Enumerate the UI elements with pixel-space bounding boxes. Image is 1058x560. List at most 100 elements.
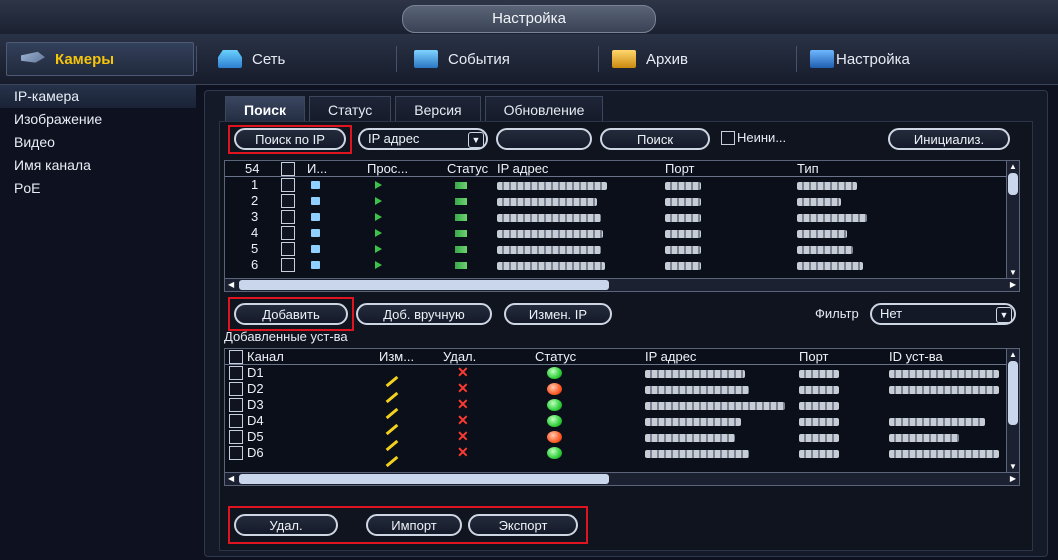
scroll-thumb[interactable] [239, 474, 609, 484]
network-icon [218, 50, 242, 68]
horizontal-scrollbar[interactable]: ◀ ▶ [225, 278, 1019, 291]
table-row[interactable]: 4 [225, 225, 1007, 240]
row-checkbox[interactable] [281, 210, 295, 224]
row-checkbox[interactable] [229, 446, 243, 460]
table-row[interactable]: 6 [225, 257, 1007, 272]
menu-archive-label: Архив [646, 50, 689, 68]
row-checkbox[interactable] [229, 366, 243, 380]
scroll-down-icon[interactable]: ▼ [1009, 268, 1017, 278]
ip-cell [645, 365, 745, 380]
row-checkbox[interactable] [229, 398, 243, 412]
search-type-select[interactable]: IP адрес ▼ [358, 128, 488, 150]
row-checkbox[interactable] [281, 226, 295, 240]
play-icon[interactable] [375, 209, 382, 224]
menu-settings-label: Настройка [836, 50, 910, 68]
menu-network[interactable]: Сеть [204, 44, 285, 74]
scroll-right-icon[interactable]: ▶ [1010, 280, 1016, 290]
sidebar-item-video[interactable]: Видео [0, 131, 196, 154]
scroll-down-icon[interactable]: ▼ [1009, 462, 1017, 472]
table-row[interactable]: 5 [225, 241, 1007, 256]
delete-icon[interactable]: ✕ [457, 381, 469, 396]
table-row[interactable]: D4 ✕ [225, 413, 1007, 436]
delete-icon[interactable]: ✕ [457, 365, 469, 380]
table-row[interactable]: D2 ✕ [225, 381, 1007, 404]
import-button[interactable]: Импорт [366, 514, 462, 536]
menu-events[interactable]: События [400, 44, 510, 74]
vertical-scrollbar[interactable]: ▲ ▼ [1006, 349, 1019, 473]
row-checkbox[interactable] [281, 194, 295, 208]
monitor-icon [311, 241, 320, 256]
table-row[interactable]: D1 ✕ [225, 365, 1007, 388]
col-ip: IP адрес [645, 349, 697, 364]
table-row[interactable]: D6 ✕ [225, 445, 1007, 468]
change-ip-button[interactable]: Измен. IP [504, 303, 612, 325]
tab-status[interactable]: Статус [309, 96, 392, 123]
search-button[interactable]: Поиск [600, 128, 710, 150]
row-checkbox[interactable] [281, 178, 295, 192]
table-row[interactable]: D3 ✕ [225, 397, 1007, 420]
port-cell [799, 381, 839, 396]
horizontal-scrollbar[interactable]: ◀ ▶ [225, 472, 1019, 485]
menu-cameras[interactable]: Камеры [6, 42, 194, 76]
play-icon[interactable] [375, 241, 382, 256]
scroll-thumb[interactable] [239, 280, 609, 290]
network-status-icon [455, 177, 467, 192]
menu-archive[interactable]: Архив [598, 44, 688, 74]
tab-update[interactable]: Обновление [484, 96, 604, 123]
row-checkbox[interactable] [229, 414, 243, 428]
port-cell [799, 445, 839, 460]
tab-search[interactable]: Поиск [225, 96, 306, 123]
uninit-checkbox[interactable] [721, 131, 735, 145]
scroll-up-icon[interactable]: ▲ [1009, 162, 1017, 172]
add-button[interactable]: Добавить [234, 303, 348, 325]
table-row[interactable]: 1 [225, 177, 1007, 192]
ip-input[interactable] [496, 128, 592, 150]
export-button[interactable]: Экспорт [468, 514, 578, 536]
row-checkbox[interactable] [281, 242, 295, 256]
sidebar-item-ip-camera[interactable]: IP-камера [0, 85, 196, 108]
menu-settings[interactable]: Настройка [796, 44, 910, 74]
add-manual-button[interactable]: Доб. вручную [356, 303, 492, 325]
scroll-left-icon[interactable]: ◀ [228, 280, 234, 290]
vertical-scrollbar[interactable]: ▲ ▼ [1006, 161, 1019, 279]
table-header: 54 И... Прос... Статус IP адрес Порт Тип [225, 161, 1007, 177]
col-preview: Прос... [367, 161, 409, 176]
initialize-button[interactable]: Инициализ. [888, 128, 1010, 150]
edit-icon[interactable] [385, 451, 399, 468]
table-row[interactable]: D5 ✕ [225, 429, 1007, 452]
delete-icon[interactable]: ✕ [457, 413, 469, 428]
scroll-right-icon[interactable]: ▶ [1010, 474, 1016, 484]
search-type-value: IP адрес [368, 131, 420, 146]
scroll-up-icon[interactable]: ▲ [1009, 350, 1017, 360]
filter-select[interactable]: Нет ▼ [870, 303, 1016, 325]
play-icon[interactable] [375, 257, 382, 272]
row-checkbox[interactable] [281, 258, 295, 272]
port-cell [665, 209, 701, 224]
select-all-checkbox[interactable] [229, 350, 243, 364]
play-icon[interactable] [375, 177, 382, 192]
network-status-icon [455, 241, 467, 256]
sidebar-item-image[interactable]: Изображение [0, 108, 196, 131]
search-by-ip-button[interactable]: Поиск по IP [234, 128, 346, 150]
table-row[interactable]: 2 [225, 193, 1007, 208]
delete-icon[interactable]: ✕ [457, 445, 469, 460]
row-checkbox[interactable] [229, 430, 243, 444]
scroll-thumb[interactable] [1008, 361, 1018, 425]
play-icon[interactable] [375, 225, 382, 240]
tab-version[interactable]: Версия [395, 96, 481, 123]
sidebar-item-channel-name[interactable]: Имя канала [0, 154, 196, 177]
sidebar-item-poe[interactable]: PoE [0, 177, 196, 200]
delete-icon[interactable]: ✕ [457, 429, 469, 444]
delete-button[interactable]: Удал. [234, 514, 338, 536]
table-row[interactable]: 3 [225, 209, 1007, 224]
scroll-thumb[interactable] [1008, 173, 1018, 195]
scroll-left-icon[interactable]: ◀ [228, 474, 234, 484]
type-cell [797, 257, 863, 272]
ip-cell [497, 257, 605, 272]
select-all-checkbox[interactable] [281, 162, 295, 176]
channel-cell: D1 [247, 365, 264, 380]
delete-icon[interactable]: ✕ [457, 397, 469, 412]
sidebar: IP-камера Изображение Видео Имя канала P… [0, 85, 196, 560]
row-checkbox[interactable] [229, 382, 243, 396]
play-icon[interactable] [375, 193, 382, 208]
